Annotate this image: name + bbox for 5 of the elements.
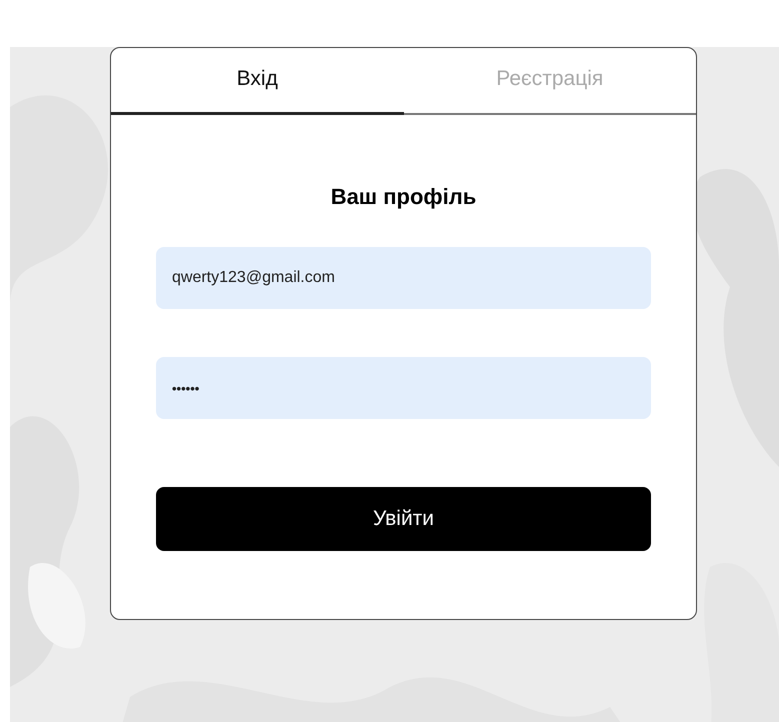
email-field[interactable]: qwerty123@gmail.com [156,247,651,309]
password-field[interactable]: •••••• [156,357,651,419]
tab[interactable]: Вхід [111,48,404,115]
login-button[interactable]: Увійти [156,487,651,551]
form-title: Ваш профіль [330,183,478,211]
